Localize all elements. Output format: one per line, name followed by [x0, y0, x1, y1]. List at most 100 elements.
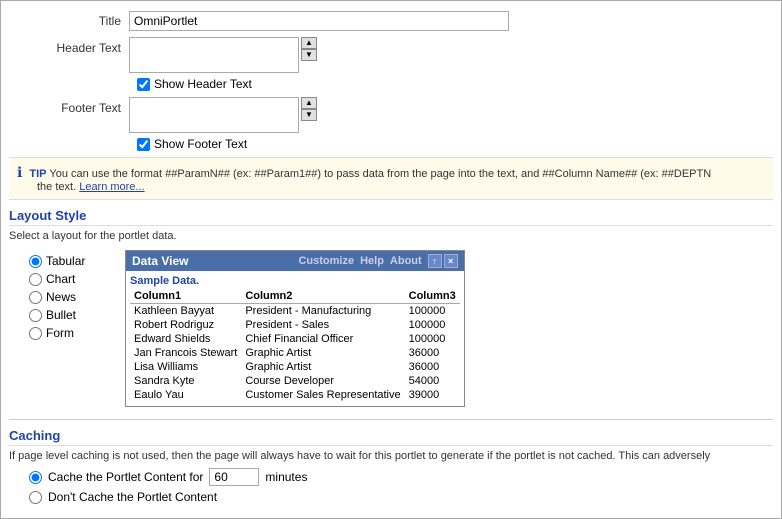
cache-option1-label: Cache the Portlet Content for [48, 470, 203, 484]
table-cell: 36000 [405, 360, 460, 374]
footer-scroll-up[interactable]: ▲ [301, 97, 317, 109]
table-cell: Sandra Kyte [130, 374, 241, 388]
table-row: Sandra KyteCourse Developer54000 [130, 374, 460, 388]
table-row: Eaulo YauCustomer Sales Representative39… [130, 388, 460, 402]
cache-option1-row: Cache the Portlet Content for minutes [29, 468, 773, 486]
about-link[interactable]: About [390, 255, 422, 267]
table-cell: Course Developer [241, 374, 404, 388]
footer-scroll-down[interactable]: ▼ [301, 109, 317, 121]
col2-header: Column2 [241, 289, 404, 304]
cache-minutes-unit: minutes [265, 470, 307, 484]
layout-style-desc: Select a layout for the portlet data. [9, 230, 773, 242]
data-table: Column1 Column2 Column3 Kathleen BayyatP… [130, 289, 460, 402]
footer-text-label: Footer Text [9, 97, 129, 115]
layout-section: Layout Style Select a layout for the por… [9, 208, 773, 407]
table-cell: Jan Francois Stewart [130, 346, 241, 360]
table-cell: Robert Rodriguz [130, 318, 241, 332]
data-view-title: Data View [132, 254, 188, 268]
radio-form: Form [29, 326, 109, 340]
move-icon[interactable]: ↑ [428, 254, 442, 268]
radio-form-label: Form [46, 326, 74, 340]
help-link[interactable]: Help [360, 255, 384, 267]
table-cell: Lisa Williams [130, 360, 241, 374]
learn-more-link[interactable]: Learn more... [79, 181, 144, 193]
data-view-actions: Customize Help About ↑ × [298, 254, 457, 268]
data-view-header: Data View Customize Help About ↑ × [126, 251, 464, 271]
layout-radio-group: Tabular Chart News Bullet Form [29, 250, 109, 407]
radio-news-label: News [46, 290, 76, 304]
radio-tabular: Tabular [29, 254, 109, 268]
table-row: Kathleen BayyatPresident - Manufacturing… [130, 304, 460, 319]
caching-desc: If page level caching is not used, then … [9, 450, 773, 462]
cache-options: Cache the Portlet Content for minutes Do… [9, 468, 773, 504]
header-scroll-up[interactable]: ▲ [301, 37, 317, 49]
customize-link[interactable]: Customize [298, 255, 354, 267]
footer-textarea-wrapper: ▲ ▼ [129, 97, 317, 133]
cache-option2-label: Don't Cache the Portlet Content [48, 490, 217, 504]
data-table-body: Kathleen BayyatPresident - Manufacturing… [130, 304, 460, 403]
layout-content: Tabular Chart News Bullet Form [9, 250, 773, 407]
data-view-panel: Data View Customize Help About ↑ × Sampl… [125, 250, 465, 407]
radio-news: News [29, 290, 109, 304]
table-cell: President - Manufacturing [241, 304, 404, 319]
table-cell: Customer Sales Representative [241, 388, 404, 402]
radio-bullet-input[interactable] [29, 309, 42, 322]
table-row: Edward ShieldsChief Financial Officer100… [130, 332, 460, 346]
col3-header: Column3 [405, 289, 460, 304]
table-cell: 100000 [405, 318, 460, 332]
title-label: Title [9, 14, 129, 28]
header-textarea-wrapper: ▲ ▼ [129, 37, 317, 73]
table-cell: President - Sales [241, 318, 404, 332]
close-icon[interactable]: × [444, 254, 458, 268]
header-text-label: Header Text [9, 37, 129, 55]
table-cell: Graphic Artist [241, 360, 404, 374]
table-cell: 54000 [405, 374, 460, 388]
show-footer-row: Show Footer Text [9, 137, 773, 151]
show-header-row: Show Header Text [9, 77, 773, 91]
cache-minutes-input[interactable] [209, 468, 259, 486]
table-cell: Eaulo Yau [130, 388, 241, 402]
col1-header: Column1 [130, 289, 241, 304]
layout-style-title: Layout Style [9, 208, 773, 226]
radio-form-input[interactable] [29, 327, 42, 340]
radio-chart-label: Chart [46, 272, 75, 286]
header-text-input[interactable] [129, 37, 299, 73]
tip-icon: ℹ [17, 164, 22, 180]
table-cell: 100000 [405, 304, 460, 319]
header-scroll-buttons: ▲ ▼ [301, 37, 317, 61]
radio-tabular-input[interactable] [29, 255, 42, 268]
tip-continuation: the text. [17, 181, 79, 193]
table-cell: Edward Shields [130, 332, 241, 346]
radio-chart-input[interactable] [29, 273, 42, 286]
table-cell: 39000 [405, 388, 460, 402]
footer-text-input[interactable] [129, 97, 299, 133]
sample-data-label: Sample Data. [130, 275, 460, 287]
table-row: Jan Francois StewartGraphic Artist36000 [130, 346, 460, 360]
footer-scroll-buttons: ▲ ▼ [301, 97, 317, 121]
table-cell: Kathleen Bayyat [130, 304, 241, 319]
tip-section: ℹ TIP You can use the format ##ParamN## … [9, 157, 773, 200]
radio-chart: Chart [29, 272, 109, 286]
tip-label: TIP [29, 168, 46, 180]
data-view-icons: ↑ × [428, 254, 458, 268]
footer-text-row: Footer Text ▲ ▼ [9, 97, 773, 135]
table-header-row: Column1 Column2 Column3 [130, 289, 460, 304]
tip-text: You can use the format ##ParamN## (ex: #… [49, 168, 711, 180]
show-header-checkbox[interactable] [137, 78, 150, 91]
radio-tabular-label: Tabular [46, 254, 85, 268]
show-footer-checkbox[interactable] [137, 138, 150, 151]
cache-option1-radio[interactable] [29, 471, 42, 484]
cache-option2-radio[interactable] [29, 491, 42, 504]
table-row: Robert RodriguzPresident - Sales100000 [130, 318, 460, 332]
title-input[interactable] [129, 11, 509, 31]
table-cell: Chief Financial Officer [241, 332, 404, 346]
table-cell: Graphic Artist [241, 346, 404, 360]
main-container: Title Header Text ▲ ▼ Show Header Text F… [1, 1, 781, 514]
table-cell: 100000 [405, 332, 460, 346]
show-header-label: Show Header Text [154, 77, 252, 91]
radio-news-input[interactable] [29, 291, 42, 304]
header-text-row: Header Text ▲ ▼ [9, 37, 773, 75]
header-scroll-down[interactable]: ▼ [301, 49, 317, 61]
radio-bullet-label: Bullet [46, 308, 76, 322]
radio-bullet: Bullet [29, 308, 109, 322]
